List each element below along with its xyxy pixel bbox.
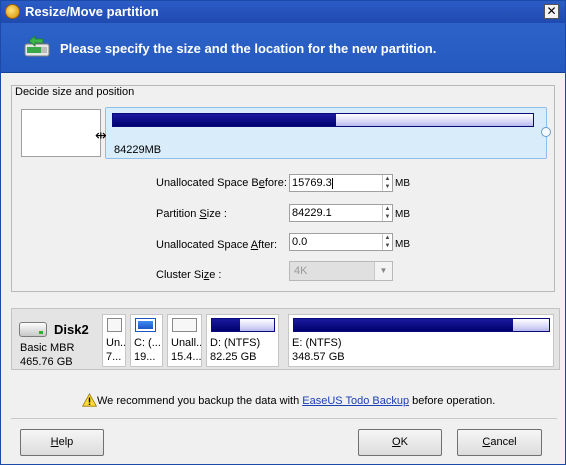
partition-resize-icon [24, 35, 50, 57]
partition-label: E: (NTFS) [292, 337, 342, 349]
spin-up-icon[interactable]: ▲ [383, 234, 392, 242]
usage-fill [113, 114, 336, 126]
partition-mini-bar-selected [135, 318, 156, 332]
disk-size: 465.76 GB [20, 356, 73, 368]
partition-label: C: (... [134, 337, 161, 349]
after-unit: MB [395, 239, 410, 250]
spin-down-icon[interactable]: ▼ [383, 183, 392, 191]
size-label: Partition Size : [156, 208, 227, 220]
before-spinner[interactable]: ▲ ▼ [382, 175, 392, 191]
partition-label: Unall... [171, 337, 202, 349]
resize-handle-right[interactable] [541, 127, 551, 137]
partition-block-d[interactable]: D: (NTFS) 82.25 GB [206, 314, 279, 367]
partition-label: D: (NTFS) [210, 337, 261, 349]
size-input[interactable]: 84229.1 ▲ ▼ [289, 204, 393, 222]
partition-usage-fill [294, 319, 514, 331]
ok-button[interactable]: OK [358, 429, 442, 456]
backup-recommendation: We recommend you backup the data with Ea… [97, 395, 496, 407]
partition-usage-fill [212, 319, 240, 331]
disk-map: Disk2 Basic MBR 465.76 GB Un... 7... C: … [11, 308, 560, 370]
group-legend: Decide size and position [13, 86, 137, 98]
partition-block-e[interactable]: E: (NTFS) 348.57 GB [288, 314, 554, 367]
before-input[interactable]: 15769.3 ▲ ▼ [289, 174, 393, 192]
chevron-down-icon: ▼ [374, 262, 392, 280]
after-spinner[interactable]: ▲ ▼ [382, 234, 392, 250]
close-button[interactable]: ✕ [544, 4, 559, 19]
spin-down-icon[interactable]: ▼ [383, 242, 392, 250]
banner-instruction: Please specify the size and the location… [60, 41, 437, 56]
resize-cursor-icon: ⇹ [95, 127, 107, 143]
cancel-button[interactable]: Cancel [457, 429, 542, 456]
partition-mini-bar [107, 318, 122, 332]
before-unit: MB [395, 178, 410, 189]
partition-block-unallocated-1[interactable]: Un... 7... [102, 314, 126, 367]
before-value: 15769.3 [292, 177, 332, 189]
title-bar[interactable]: Resize/Move partition ✕ [1, 1, 565, 23]
warning-icon [82, 393, 97, 407]
partition-slider[interactable]: 84229MB ⇹ [21, 107, 551, 159]
partition-size: 19... [134, 351, 156, 363]
resize-move-dialog: Resize/Move partition ✕ Please specify t… [0, 0, 566, 465]
size-unit: MB [395, 209, 410, 220]
after-value: 0.0 [292, 236, 308, 248]
size-value: 84229.1 [292, 207, 332, 219]
partition-block-c[interactable]: C: (... 19... [130, 314, 163, 367]
disk-type: Basic MBR [20, 342, 75, 354]
partition-label: Un... [106, 337, 126, 349]
help-button[interactable]: Help [20, 429, 104, 456]
partition-usage-bar [211, 318, 275, 332]
before-label: Unallocated Space Before: [156, 177, 287, 189]
partition-size-label: 84229MB [114, 144, 162, 156]
after-label: Unallocated Space After: [156, 239, 278, 251]
cluster-label: Cluster Size : [156, 269, 222, 281]
unallocated-before-block[interactable] [21, 109, 101, 157]
spin-down-icon[interactable]: ▼ [383, 213, 392, 221]
partition-block-unallocated-2[interactable]: Unall... 15.4... [167, 314, 202, 367]
hard-disk-icon [19, 322, 47, 337]
partition-size: 82.25 GB [210, 351, 257, 363]
cluster-size-select: 4K ▼ [289, 261, 393, 281]
cluster-value: 4K [294, 265, 308, 277]
text-caret [331, 177, 333, 189]
after-input[interactable]: 0.0 ▲ ▼ [289, 233, 393, 251]
partition-size: 348.57 GB [292, 351, 345, 363]
partition-size: 15.4... [171, 351, 202, 363]
footer-separator [11, 418, 557, 419]
partition-block[interactable]: 84229MB [105, 107, 547, 159]
disk-name: Disk2 [54, 322, 89, 337]
easeus-backup-link[interactable]: EaseUS Todo Backup [302, 395, 409, 407]
partition-usage-bar [112, 113, 534, 127]
partition-mini-bar [172, 318, 197, 332]
spin-up-icon[interactable]: ▲ [383, 205, 392, 213]
header-banner: Please specify the size and the location… [1, 23, 565, 73]
size-spinner[interactable]: ▲ ▼ [382, 205, 392, 221]
window-title: Resize/Move partition [25, 4, 159, 19]
spin-up-icon[interactable]: ▲ [383, 175, 392, 183]
partition-usage-bar [293, 318, 550, 332]
partition-size: 7... [106, 351, 122, 363]
app-icon [5, 4, 20, 19]
